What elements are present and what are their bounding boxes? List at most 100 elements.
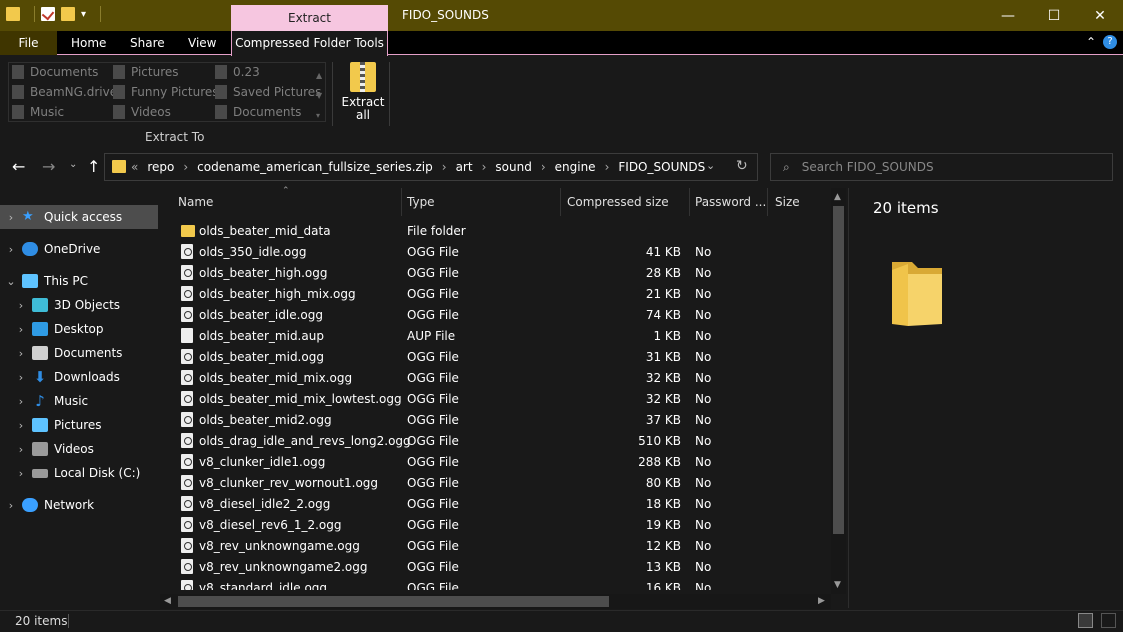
column-password[interactable]: Password ... — [695, 195, 766, 209]
vertical-scroll-thumb[interactable] — [833, 206, 844, 534]
maximize-button[interactable]: ☐ — [1031, 0, 1077, 31]
chevron-right-icon[interactable]: › — [183, 160, 188, 174]
properties-icon[interactable] — [41, 7, 55, 21]
sidebar-item-network[interactable]: › Network — [0, 493, 158, 517]
chevron-right-icon[interactable]: › — [605, 160, 610, 174]
expand-icon[interactable]: › — [0, 211, 22, 224]
sidebar-item-quick-access[interactable]: › ★ Quick access — [0, 205, 158, 229]
details-view-icon[interactable] — [1078, 613, 1093, 628]
file-row[interactable]: olds_drag_idle_and_revs_long2.ogg OGG Fil… — [160, 430, 830, 451]
large-icons-view-icon[interactable] — [1101, 613, 1116, 628]
breadcrumb-engine[interactable]: engine — [555, 160, 596, 174]
scroll-up-arrow[interactable]: ▲ — [834, 192, 841, 202]
help-icon[interactable]: ? — [1103, 35, 1117, 49]
recent-locations-icon[interactable]: ⌄ — [69, 159, 77, 170]
new-folder-icon[interactable] — [61, 7, 75, 21]
column-type[interactable]: Type — [407, 195, 435, 209]
extract-location[interactable]: Funny Pictures — [113, 82, 219, 102]
tab-view[interactable]: View — [188, 31, 216, 55]
expand-icon[interactable]: › — [10, 371, 32, 384]
file-row[interactable]: olds_beater_mid2.ogg OGG File 37 KB No — [160, 409, 830, 430]
sidebar-item-downloads[interactable]: › ⬇ Downloads — [0, 365, 158, 389]
file-row[interactable]: olds_beater_high_mix.ogg OGG File 21 KB No — [160, 283, 830, 304]
back-button[interactable]: ← — [12, 157, 25, 176]
file-row[interactable]: olds_beater_mid.ogg OGG File 31 KB No — [160, 346, 830, 367]
extract-location[interactable]: 0.23 — [215, 62, 260, 82]
file-row[interactable]: v8_clunker_rev_wornout1.ogg OGG File 80 KB… — [160, 472, 830, 493]
sidebar-item-pictures[interactable]: › Pictures — [0, 413, 158, 437]
customize-toolbar-icon[interactable]: ▾ — [81, 9, 86, 20]
tab-home[interactable]: Home — [71, 31, 106, 55]
close-button[interactable]: ✕ — [1077, 0, 1123, 31]
breadcrumb-sound[interactable]: sound — [495, 160, 531, 174]
chevron-right-icon[interactable]: › — [482, 160, 487, 174]
expand-icon[interactable]: › — [10, 299, 32, 312]
expand-icon[interactable]: › — [0, 499, 22, 512]
scroll-right-arrow[interactable]: ▶ — [818, 596, 825, 606]
sidebar-item-3d-objects[interactable]: › 3D Objects — [0, 293, 158, 317]
expand-icon[interactable]: › — [10, 323, 32, 336]
column-size[interactable]: Size — [775, 195, 800, 209]
sidebar-item-music[interactable]: › ♪ Music — [0, 389, 158, 413]
file-row[interactable]: olds_beater_mid.aup AUP File 1 KB No — [160, 325, 830, 346]
sidebar-item-documents[interactable]: › Documents — [0, 341, 158, 365]
scroll-down-arrow[interactable]: ▼ — [834, 580, 841, 590]
file-row[interactable]: olds_beater_high.ogg OGG File 28 KB No — [160, 262, 830, 283]
extract-location[interactable]: Saved Pictures — [215, 82, 321, 102]
address-dropdown-icon[interactable]: ⌄ — [706, 159, 715, 172]
file-row[interactable]: olds_350_idle.ogg OGG File 41 KB No — [160, 241, 830, 262]
sidebar-item-desktop[interactable]: › Desktop — [0, 317, 158, 341]
expand-icon[interactable]: › — [0, 243, 22, 256]
horizontal-scroll-thumb[interactable] — [178, 596, 609, 607]
overflow-icon[interactable]: « — [131, 160, 138, 174]
column-divider[interactable] — [560, 188, 561, 216]
address-bar[interactable]: « repo › codename_american_fullsize_seri… — [104, 153, 758, 181]
folder-icon[interactable] — [6, 7, 20, 21]
refresh-icon[interactable]: ↻ — [736, 158, 748, 174]
extract-location[interactable]: Pictures — [113, 62, 179, 82]
column-divider[interactable] — [689, 188, 690, 216]
minimize-button[interactable]: — — [985, 0, 1031, 31]
extract-location[interactable]: BeamNG.drive — [12, 82, 117, 102]
forward-button[interactable]: → — [42, 157, 55, 176]
breadcrumb-repo[interactable]: repo — [147, 160, 174, 174]
expand-icon[interactable]: › — [10, 419, 32, 432]
file-row[interactable]: olds_beater_idle.ogg OGG File 74 KB No — [160, 304, 830, 325]
file-row[interactable]: v8_rev_unknowngame2.ogg OGG File 13 KB No — [160, 556, 830, 577]
file-row[interactable]: v8_standard_idle.ogg OGG File 16 KB No — [160, 577, 830, 590]
search-box[interactable]: ⌕ Search FIDO_SOUNDS — [770, 153, 1113, 181]
up-button[interactable]: ↑ — [87, 157, 100, 176]
tab-share[interactable]: Share — [130, 31, 165, 55]
file-row[interactable]: v8_diesel_rev6_1_2.ogg OGG File 19 KB No — [160, 514, 830, 535]
sidebar-item-local-disk[interactable]: › Local Disk (C:) — [0, 461, 158, 485]
breadcrumb-art[interactable]: art — [456, 160, 473, 174]
expand-icon[interactable]: › — [10, 347, 32, 360]
scroll-left-arrow[interactable]: ◀ — [164, 596, 171, 606]
sidebar-item-videos[interactable]: › Videos — [0, 437, 158, 461]
extract-location[interactable]: Documents — [215, 102, 301, 122]
chevron-right-icon[interactable]: › — [541, 160, 546, 174]
sidebar-item-this-pc[interactable]: ⌄ This PC — [0, 269, 158, 293]
extract-location[interactable]: Music — [12, 102, 64, 122]
file-row[interactable]: v8_diesel_idle2_2.ogg OGG File 18 KB No — [160, 493, 830, 514]
extract-location[interactable]: Documents — [12, 62, 98, 82]
sidebar-item-onedrive[interactable]: › OneDrive — [0, 237, 158, 261]
chevron-right-icon[interactable]: › — [442, 160, 447, 174]
collapse-ribbon-icon[interactable]: ⌃ — [1086, 35, 1096, 49]
file-row[interactable]: olds_beater_mid_data File folder — [160, 220, 830, 241]
breadcrumb-current[interactable]: FIDO_SOUNDS — [618, 160, 705, 174]
extract-all-button[interactable]: Extract all — [340, 60, 386, 122]
file-row[interactable]: olds_beater_mid_mix_lowtest.ogg OGG File 3… — [160, 388, 830, 409]
gallery-scroll[interactable]: ▲ ▼ ▾ — [316, 66, 322, 126]
extract-location[interactable]: Videos — [113, 102, 171, 122]
file-row[interactable]: v8_clunker_idle1.ogg OGG File 288 KB No — [160, 451, 830, 472]
file-row[interactable]: olds_beater_mid_mix.ogg OGG File 32 KB No — [160, 367, 830, 388]
expand-icon[interactable]: ⌄ — [0, 275, 22, 288]
column-divider[interactable] — [767, 188, 768, 216]
column-compressed-size[interactable]: Compressed size — [567, 195, 669, 209]
expand-icon[interactable]: › — [10, 467, 32, 480]
file-row[interactable]: v8_rev_unknowngame.ogg OGG File 12 KB No — [160, 535, 830, 556]
tab-compressed-folder-tools[interactable]: Compressed Folder Tools — [231, 31, 388, 57]
tab-file[interactable]: File — [0, 31, 57, 55]
breadcrumb-zip[interactable]: codename_american_fullsize_series.zip — [197, 160, 433, 174]
